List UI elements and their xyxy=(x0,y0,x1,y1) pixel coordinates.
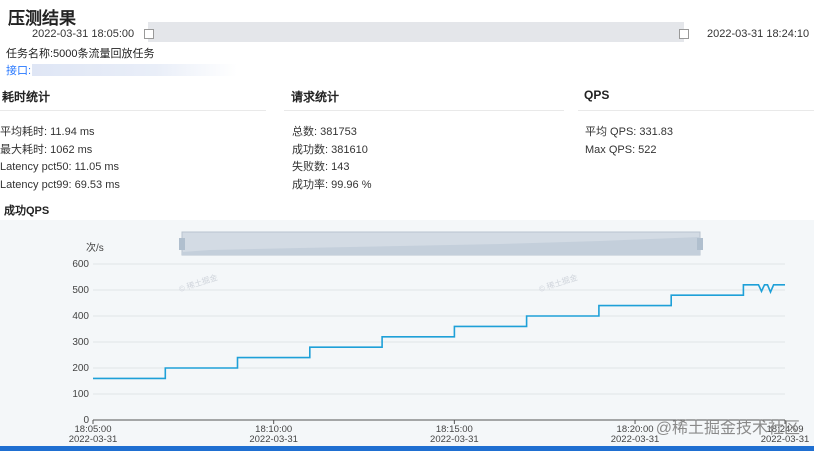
y-tick-label: 600 xyxy=(72,259,89,270)
range-start-time: 2022-03-31 18:05:00 xyxy=(32,28,135,40)
qps-section-title: QPS xyxy=(584,88,610,102)
x-tick-label: 2022-03-31 xyxy=(249,434,298,445)
latency-section-title: 耗时统计 xyxy=(2,90,51,104)
site-watermark: @稀土掘金技术社区 xyxy=(655,420,800,437)
total-count: 总数: 381753 xyxy=(292,126,357,138)
range-end-time: 2022-03-31 18:24:10 xyxy=(707,28,810,40)
interface-link[interactable]: 接口: xyxy=(6,62,31,78)
success-count: 成功数: 381610 xyxy=(292,143,368,156)
x-tick-label: 2022-03-31 xyxy=(430,434,479,445)
max-qps: Max QPS: 522 xyxy=(585,143,657,156)
latency-stats: 平均耗时: 11.94 ms 最大耗时: 1062 ms Latency pct… xyxy=(0,124,120,194)
avg-qps: 平均 QPS: 331.83 xyxy=(585,126,674,138)
range-end-handle[interactable] xyxy=(679,29,689,39)
requests-section-title: 请求统计 xyxy=(291,90,340,104)
x-tick-label: 2022-03-31 xyxy=(69,434,118,445)
datazoom-left-handle[interactable] xyxy=(179,238,185,250)
task-name: 任务名称:5000条流量回放任务 xyxy=(6,48,155,60)
fail-count: 失败数: 143 xyxy=(292,161,350,173)
bottom-bar xyxy=(0,446,814,451)
y-tick-label: 400 xyxy=(72,311,89,322)
success-rate: 成功率: 99.96 % xyxy=(292,178,372,191)
latency-divider xyxy=(0,110,266,111)
y-tick-label: 200 xyxy=(72,363,89,374)
y-tick-label: 100 xyxy=(72,389,89,400)
pct99-latency: Latency pct99: 69.53 ms xyxy=(0,178,120,191)
page-title: 压测结果 xyxy=(8,9,76,28)
success-qps-title: 成功QPS xyxy=(4,205,50,217)
range-start-handle[interactable] xyxy=(144,29,154,39)
datazoom-right-handle[interactable] xyxy=(697,238,703,250)
pct50-latency: Latency pct50: 11.05 ms xyxy=(0,161,120,173)
qps-divider xyxy=(578,110,814,111)
max-latency: 最大耗时: 1062 ms xyxy=(0,143,93,156)
requests-divider xyxy=(284,110,564,111)
qps-stats: 平均 QPS: 331.83 Max QPS: 522 xyxy=(585,124,673,159)
watermark-faint-2: © 稀土掘金 xyxy=(538,272,579,294)
y-tick-label: 300 xyxy=(72,337,89,348)
success-qps-line xyxy=(93,284,785,380)
interface-redacted xyxy=(32,64,237,76)
request-stats: 总数: 381753 成功数: 381610 失败数: 143 成功率: 99.… xyxy=(292,124,371,194)
avg-latency: 平均耗时: 11.94 ms xyxy=(0,126,95,138)
y-tick-label: 500 xyxy=(72,285,89,296)
y-axis-label: 次/s xyxy=(86,241,104,254)
time-range-slider[interactable] xyxy=(148,22,684,42)
watermark-faint: © 稀土掘金 xyxy=(178,272,219,294)
x-tick-label: 2022-03-31 xyxy=(611,434,660,445)
